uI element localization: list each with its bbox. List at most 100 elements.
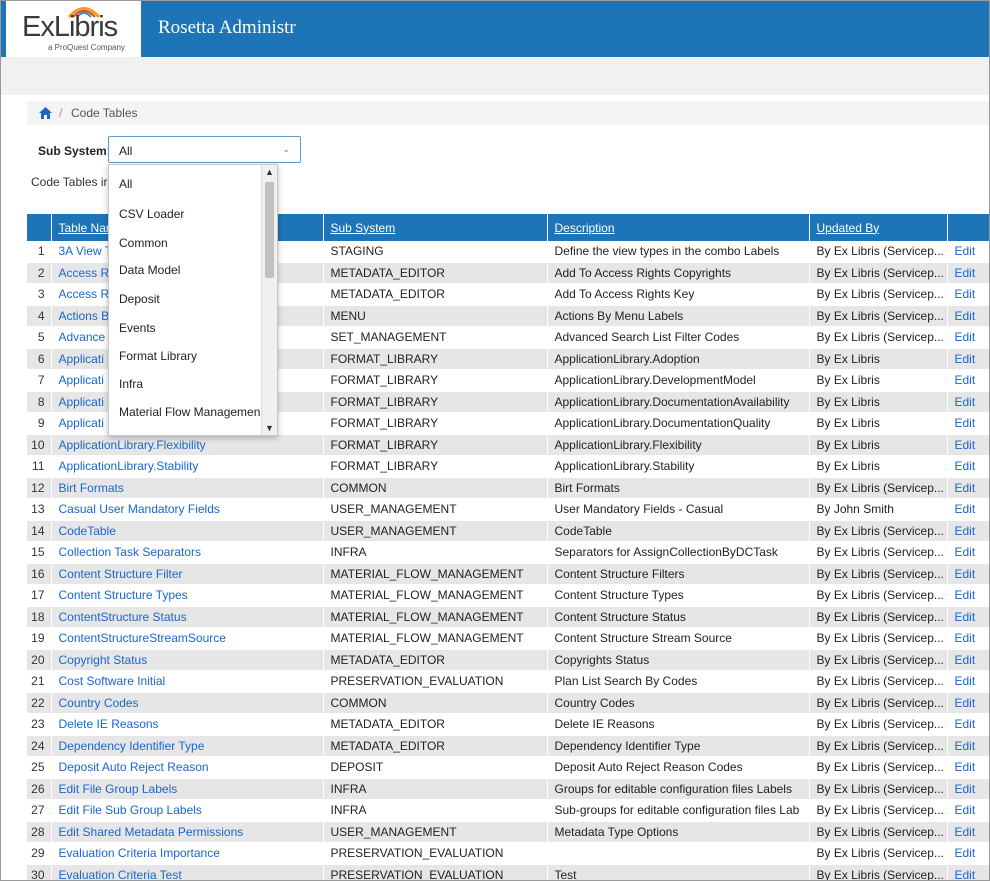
edit-link[interactable]: Edit [947, 369, 989, 392]
edit-link[interactable]: Edit [947, 326, 989, 349]
edit-link[interactable]: Edit [947, 649, 989, 671]
edit-link[interactable]: Edit [947, 455, 989, 478]
scrollbar-thumb[interactable] [265, 182, 274, 278]
description-cell: Define the view types in the combo Label… [547, 241, 810, 263]
table-name-link[interactable]: Evaluation Criteria Importance [51, 842, 324, 865]
table-row: 13 Casual User Mandatory Fields USER_MANAG… [27, 498, 989, 521]
table-name-link[interactable]: Country Codes [51, 692, 324, 714]
edit-link[interactable]: Edit [947, 305, 989, 327]
dropdown-option[interactable]: Common [119, 236, 168, 250]
edit-link[interactable]: Edit [947, 606, 989, 628]
column-header-sub-system[interactable]: Sub System [323, 214, 548, 241]
row-number: 4 [27, 305, 52, 327]
row-number: 13 [27, 498, 52, 521]
table-name-link[interactable]: CodeTable [51, 520, 324, 542]
dropdown-option[interactable]: Deposit [119, 292, 160, 306]
table-name-link[interactable]: Birt Formats [51, 477, 324, 499]
edit-link[interactable]: Edit [947, 434, 989, 456]
table-name-link[interactable]: Dependency Identifier Type [51, 735, 324, 757]
table-name-link[interactable]: Collection Task Separators [51, 541, 324, 564]
row-number: 1 [27, 241, 52, 263]
top-bar: ExLibris a ProQuest Company Rosetta Admi… [1, 1, 989, 57]
edit-link[interactable]: Edit [947, 520, 989, 542]
dropdown-scrollbar[interactable]: ▲ ▼ [261, 165, 277, 435]
table-name-link[interactable]: Copyright Status [51, 649, 324, 671]
home-icon[interactable] [39, 107, 52, 119]
row-number: 22 [27, 692, 52, 714]
column-header-updated-by[interactable]: Updated By [809, 214, 948, 241]
table-name-link[interactable]: ContentStructure Status [51, 606, 324, 628]
edit-link[interactable]: Edit [947, 756, 989, 779]
edit-link[interactable]: Edit [947, 391, 989, 413]
edit-link[interactable]: Edit [947, 735, 989, 757]
edit-link[interactable]: Edit [947, 864, 989, 880]
table-row: 16 Content Structure Filter MATERIAL_FLOW_… [27, 563, 989, 585]
row-number: 27 [27, 799, 52, 822]
sub-system-cell: METADATA_EDITOR [323, 713, 548, 736]
column-header-description[interactable]: Description [547, 214, 810, 241]
dropdown-option[interactable]: Format Library [119, 349, 197, 363]
edit-link[interactable]: Edit [947, 692, 989, 714]
table-name-link[interactable]: Content Structure Filter [51, 563, 324, 585]
description-cell: Content Structure Types [547, 584, 810, 607]
row-number: 18 [27, 606, 52, 628]
table-name-link[interactable]: ContentStructureStreamSource [51, 627, 324, 650]
updated-by-cell: By Ex Libris (Servicep... [809, 670, 948, 693]
edit-link[interactable]: Edit [947, 713, 989, 736]
edit-link[interactable]: Edit [947, 241, 989, 263]
sub-system-cell: PRESERVATION_EVALUATION [323, 670, 548, 693]
table-row: 17 Content Structure Types MATERIAL_FLOW_M… [27, 584, 989, 607]
sub-system-select[interactable]: All ⌄ [108, 136, 301, 163]
sub-system-cell: INFRA [323, 541, 548, 564]
sub-system-cell: STAGING [323, 241, 548, 263]
table-row: 19 ContentStructureStreamSource MATERIAL_F… [27, 627, 989, 650]
table-name-link[interactable]: ApplicationLibrary.Stability [51, 455, 324, 478]
edit-link[interactable]: Edit [947, 283, 989, 306]
dropdown-option[interactable]: Material Flow Managemen [119, 405, 260, 419]
breadcrumb-current: Code Tables [71, 106, 138, 120]
dropdown-option[interactable]: CSV Loader [119, 207, 184, 221]
table-name-link[interactable]: Delete IE Reasons [51, 713, 324, 736]
edit-link[interactable]: Edit [947, 627, 989, 650]
description-cell: Content Structure Filters [547, 563, 810, 585]
scroll-up-icon[interactable]: ▲ [265, 167, 274, 177]
table-name-link[interactable]: Edit Shared Metadata Permissions [51, 821, 324, 843]
edit-link[interactable]: Edit [947, 670, 989, 693]
edit-link[interactable]: Edit [947, 348, 989, 370]
dropdown-option[interactable]: Events [119, 321, 156, 335]
app-title: Rosetta Administr [158, 17, 296, 38]
dropdown-option[interactable]: Infra [119, 377, 143, 391]
scroll-down-icon[interactable]: ▼ [265, 423, 274, 433]
updated-by-cell: By Ex Libris (Servicep... [809, 563, 948, 585]
edit-link[interactable]: Edit [947, 799, 989, 822]
edit-link[interactable]: Edit [947, 477, 989, 499]
edit-link[interactable]: Edit [947, 541, 989, 564]
edit-link[interactable]: Edit [947, 584, 989, 607]
edit-link[interactable]: Edit [947, 778, 989, 800]
table-row: 12 Birt Formats COMMON Birt Formats By Ex Li… [27, 477, 989, 499]
row-number: 30 [27, 864, 52, 880]
edit-link[interactable]: Edit [947, 821, 989, 843]
table-name-link[interactable]: Deposit Auto Reject Reason [51, 756, 324, 779]
sub-system-cell: FORMAT_LIBRARY [323, 434, 548, 456]
table-name-link[interactable]: Edit File Group Labels [51, 778, 324, 800]
logo-text: ExLibris [22, 11, 118, 43]
dropdown-option[interactable]: All [119, 177, 132, 191]
table-name-link[interactable]: Cost Software Initial [51, 670, 324, 693]
exlibris-logo[interactable]: ExLibris a ProQuest Company [6, 1, 141, 57]
row-number: 12 [27, 477, 52, 499]
table-name-link[interactable]: Edit File Sub Group Labels [51, 799, 324, 822]
edit-link[interactable]: Edit [947, 842, 989, 865]
sub-system-cell: USER_MANAGEMENT [323, 821, 548, 843]
sub-system-cell: MATERIAL_FLOW_MANAGEMENT [323, 584, 548, 607]
table-name-link[interactable]: Content Structure Types [51, 584, 324, 607]
edit-link[interactable]: Edit [947, 262, 989, 284]
table-name-link[interactable]: Evaluation Criteria Test [51, 864, 324, 880]
dropdown-option[interactable]: Data Model [119, 263, 180, 277]
table-name-link[interactable]: ApplicationLibrary.Flexibility [51, 434, 324, 456]
table-name-link[interactable]: Casual User Mandatory Fields [51, 498, 324, 521]
edit-link[interactable]: Edit [947, 498, 989, 521]
updated-by-cell: By Ex Libris (Servicep... [809, 627, 948, 650]
edit-link[interactable]: Edit [947, 412, 989, 435]
edit-link[interactable]: Edit [947, 563, 989, 585]
